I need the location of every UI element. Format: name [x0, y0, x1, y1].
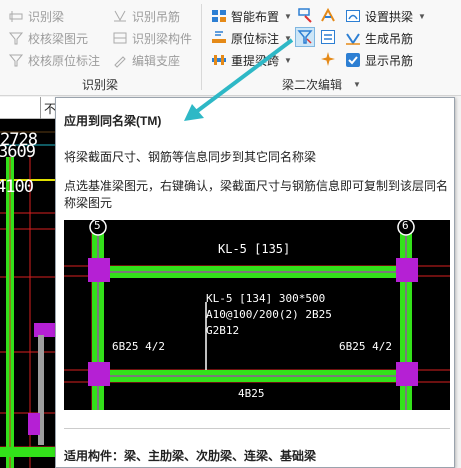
check-in-situ-annotation-button[interactable]: 校核原位标注	[8, 50, 100, 70]
smart-layout-button[interactable]: 智能布置 ▼	[211, 6, 292, 26]
identify-hanger-button[interactable]: 识别吊筋	[112, 6, 180, 26]
arch-beam-tool-icon	[320, 7, 336, 23]
identify-component-icon	[112, 30, 128, 46]
smart-layout-icon	[211, 8, 227, 24]
edit-support-button[interactable]: 编辑支座	[112, 50, 180, 70]
generate-hanger-button[interactable]: 生成吊筋	[345, 28, 413, 48]
set-arch-beam-icon	[345, 8, 361, 24]
edit-support-icon	[112, 52, 128, 68]
checkbox-checked-icon[interactable]	[345, 52, 361, 68]
column	[88, 258, 110, 282]
sparkle-icon-button[interactable]	[318, 49, 338, 69]
left-support-rebar-label: 6B25 4/2	[112, 340, 165, 353]
beam-tool-icon-button[interactable]	[295, 5, 315, 25]
arch-icon-button[interactable]	[318, 5, 338, 25]
beam-annotation-line1: KL-5 [134] 300*500	[206, 292, 326, 305]
right-support-rebar-label: 6B25 4/2	[339, 340, 392, 353]
tooltip-applicable-components: 适用构件：梁、主肋梁、次肋梁、连梁、基础梁	[64, 449, 317, 463]
re-extract-span-button[interactable]: 重提梁跨 ▼	[211, 50, 292, 70]
identify-beam-button[interactable]: 识别梁	[8, 6, 64, 26]
axis-label-right: 6	[402, 219, 409, 232]
column	[396, 258, 418, 282]
canvas-number-2: 3609	[0, 142, 36, 162]
in-situ-annotation-icon	[211, 30, 227, 46]
sparkle-icon	[320, 51, 336, 67]
top-beam-label: KL-5 [135]	[218, 242, 291, 256]
canvas-tabstrip: 不	[0, 97, 56, 119]
beam-annotation-line3: G2B12	[206, 324, 240, 337]
tooltip-popup: 应用到同名梁(TM) 将梁截面尺寸、钢筋等信息同步到其它同名称梁 点选基准梁图元…	[55, 97, 455, 468]
generate-hanger-icon	[345, 30, 361, 46]
tooltip-divider	[64, 428, 450, 429]
check-annotation-icon	[8, 52, 24, 68]
set-arch-dropdown-icon: ▼	[418, 11, 426, 21]
identify-beam-component-button[interactable]: 识别梁构件	[112, 28, 192, 48]
group-separator	[201, 4, 202, 90]
copy-rebar-icon-button[interactable]	[318, 27, 338, 47]
beam-annotation-line2: A10@100/200(2) 2B25	[206, 308, 332, 321]
canvas-column	[34, 323, 55, 337]
re-extract-dropdown-icon: ▼	[284, 55, 292, 65]
axis-label-left: 5	[94, 219, 101, 232]
tooltip-title: 应用到同名梁(TM)	[64, 114, 162, 128]
canvas-column	[28, 413, 40, 435]
show-hanger-toggle[interactable]: 显示吊筋	[345, 50, 413, 70]
set-arch-beam-button[interactable]: 设置拱梁 ▼	[345, 6, 426, 26]
canvas-number-3: 4100	[0, 177, 34, 197]
apply-to-same-name-beam-button[interactable]	[295, 27, 315, 47]
re-extract-span-icon	[211, 52, 227, 68]
identify-hanger-icon	[112, 8, 128, 24]
tooltip-description: 将梁截面尺寸、钢筋等信息同步到其它同名称梁	[64, 150, 317, 164]
copy-rebar-icon	[320, 29, 336, 45]
column	[88, 362, 110, 386]
tooltip-instruction: 点选基准梁图元，右键确认，梁截面尺寸与钢筋信息即可复制到该层同名称梁图元	[64, 179, 449, 210]
tooltip-illustration: 5 6 KL-5 [135] KL-5 [134] 300*500 A10@10…	[64, 219, 450, 410]
canvas-beam	[0, 447, 55, 457]
check-beam-icon	[8, 30, 24, 46]
identify-beam-icon	[8, 8, 24, 24]
smart-layout-dropdown-icon: ▼	[284, 11, 292, 21]
ribbon: 识别梁 识别吊筋 校核梁图元 识别梁构件 校核原位标注 编辑支座 识别梁 智能布…	[0, 0, 461, 96]
group-expand-icon[interactable]: ▼	[353, 80, 361, 89]
column	[396, 362, 418, 386]
drawing-canvas[interactable]: 2728 3609 4100	[0, 97, 55, 468]
apply-same-name-icon	[297, 29, 313, 45]
in-situ-dropdown-icon: ▼	[284, 33, 292, 43]
in-situ-annotation-button[interactable]: 原位标注 ▼	[211, 28, 292, 48]
group-label-identify-beam: 识别梁	[82, 78, 119, 92]
group-label-beam-secondary-edit: 梁二次编辑	[282, 78, 343, 92]
beam-tool-icon	[297, 7, 313, 23]
check-beam-drawing-button[interactable]: 校核梁图元	[8, 28, 88, 48]
canvas-tab[interactable]: 不	[40, 97, 56, 119]
bottom-rebar-label: 4B25	[238, 387, 265, 400]
